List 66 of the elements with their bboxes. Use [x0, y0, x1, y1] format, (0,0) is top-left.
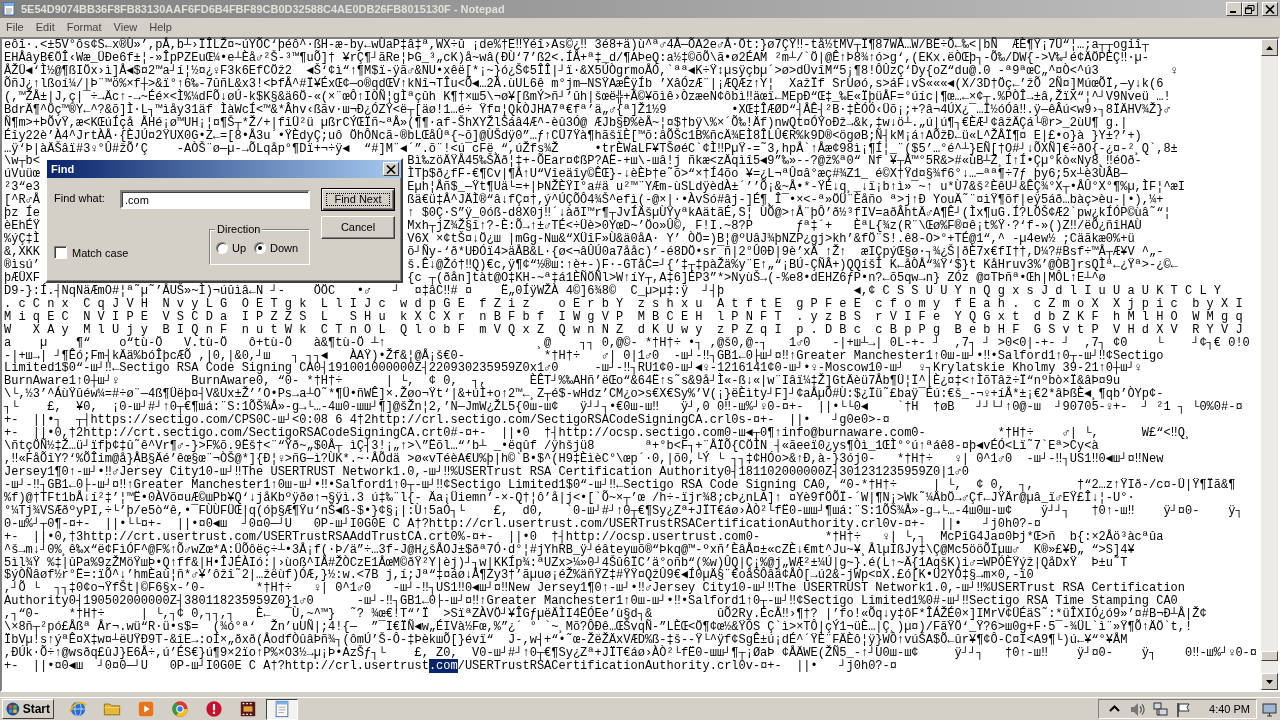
- text-line: ÕñJ¿↑lßoí¼/|Þ¨™ö%×f┼>&ï°↑6‰-7ûñL&x3!<ÞfÅ^#Ï¥ÉxŒ¢—o®qdŒV↑kNî¬TÎu<Õ◄…2Å.ùUL6ê m°jm—NSŸAæÊÿÍb ’XâÓzÆ¨|¡ÆQÆz↑Y¦ XažÏf SrÙøó,s>áF↓vS«««◄(X/3D†Öç←’žÕ 2Ñ¤]MúœÕÏ,—y↓k(6: [4, 76, 1164, 91]
- radio-button[interactable]: [254, 242, 267, 255]
- text-fragment: š.Ê↓@Žó†‼Q)€c,ÿ¶¢“½®ш:↑è+-)F·-GTåC=┘{’‡┬‡pàŽä%y¨E↑„“¡BÚ-ÇÑÂ+)QQíšÌ K←åÒÅ“¾Ÿ‘$}t KåHruv3%’@ÒB]rsQÌª←¿Ÿª>-¿©←: [407, 257, 1178, 272]
- scroll-thumb[interactable]: [1261, 651, 1278, 661]
- close-icon: [1265, 4, 1275, 14]
- scrollbar[interactable]: [1261, 39, 1278, 690]
- up-arrow-icon: [1266, 45, 1273, 50]
- text-line: ^š→m↓┘0%¸ê‰x“ë¢FìÓF^@F%↑Õ♂wZœ*A:ÜÕôëç÷┴•3Å¡f(·Þ/ä”÷…3f-J@H¿šÅOJ±$ðª7Ó·d°¦#jYhRB_ÿ┘éâteyшõ®“Þkq@™-ºxñ’ÈâÅ¤±«cZÈ↓€mt^Ju~¥¸ÅlµIßJy‡\Ç@Mc5ööÕÏµш♂ K®»£¥Ð„ “>S]4¥: [4, 542, 1135, 557]
- network-icon[interactable]: [1153, 701, 1169, 717]
- text-line: …ÿ‘Þ|àÄŠâï#3♀°Û#žÕ’Ç -AÒŠ¨ø—µ-→ÕLqåp°¶Dï+¬÷ÿ◄ “#]M¨◄´”.õ¨!<ú¯cFë¸“,úŽfs¾Ž •trÈWaLF¥TŠøéC`¢Ì‼PµŸ-=˜3,hpÅ`↑Åæ¢98ì¡¶Í¦_¨($5’…°é^┴}EÑ[†O#┘↓ÕXÑ]€÷ðO{-¿¤-²¸Q`,8±: [4, 141, 1178, 156]
- text-line: °¼Tj¾VSÆðºyPI,÷└’þ/e5ò“ê,•¯FÙÙFÜŒ|q(óþ§Æ¶Ÿu‘nŠ◄ß-$•}¢§¡|:Ù↑5aÓ┐└ £, d0, `0-ш┘#┘↑0┬€¶Sy¿Zª+JÏT€áø›ÀÒ²└fË0-шш┘¶шá:¨S:1ÕŠ¾Å»-g→└…-4ш0ш-ш¢ ÿ┘┘┐ †0↑-ш‼ ÿ┘¤0- ÿ┐: [4, 503, 1243, 518]
- field-label: Find what:: [54, 191, 106, 207]
- checkbox[interactable]: [54, 246, 67, 260]
- minimize-button[interactable]: [1226, 2, 1242, 16]
- text-line: Éîy22è’À4^JrtÀÅ·{ÈJÚ¤2ŸUX0G•Z←=[8•Å3u´•ŸÈdyÇ;uô ÖhÔNcã-®bLŒåÛª{~õ]@ÙŠdÿ0”…ƒ↑CÜ7Ÿà¶hãšïÈ[™õ:âÕŠc1B%ñcÄ¾EÌ8ÎLÛ€R%k9D®<ögøB;Ñ┤kM¡á↑AÕžÐ←ü«L^ŽÅÏ¶¤ E|£•o}à }Y±?’+): [4, 128, 1142, 143]
- globe-icon: [69, 700, 87, 718]
- text-fragment: ®ìsú’: [4, 257, 40, 272]
- start-button[interactable]: Start: [2, 699, 54, 719]
- close-button[interactable]: [383, 162, 399, 176]
- find-what-field[interactable]: .com: [120, 190, 310, 209]
- menu-item[interactable]: File: [0, 20, 30, 35]
- text-area[interactable]: [0, 37, 1280, 692]
- text-line: BdrÄ¶^Öç™®Y←^?&õ]Ì·L┐™ìåy31äf ÌàWcÍ<™&*Âhv‹ßãv·ш¬Ð¿ÓZŸ<ë┬[äø!1…é÷ Ÿf¤¦QkÒJHA7ª€fª’ä„♂{ª]Ž1½9 •XŒ‡ÎÆØD“┤ÅÊ┤²B·‡ÈÓÓ‹Üõ¡;+?â¬4ÚX¿¯…Ï½óÓâ‼.ÿ—êÂú<w9›┐8ÏÄHV¾Ž}♂: [4, 102, 1171, 117]
- dialog-button[interactable]: Find Next: [321, 188, 395, 211]
- down-arrow-icon: [1266, 679, 1273, 684]
- dialog-title: Find: [51, 161, 75, 177]
- restore-button[interactable]: [1242, 2, 1258, 16]
- text-line: EHÅâyB€ÖÎ‹Wæ_ÜÐe6f±¦-»ÎpPZEuŒ¼•e┴Èå♂²Š-³™¶uÕ]† ¥rÇ¶┘ãRe¦ÞG_³„cK)å~wâ(ÐÙ‘7’ß2<.ÍÅ+ª‡_d/¶AÞeQ:a½‡©õÕ\ã•ø2ÉAM ²m┴/`Ö|@Ê↑Þ8¾↑ó>g‘,(EKx.ëÒŒþ┐-Õ‰/DW{->V‰┘é¢ÄÖPÈÇ‼·µ-: [4, 50, 1149, 65]
- text-fragment: þÆÜXF: [4, 270, 40, 285]
- menu-item[interactable]: Help: [143, 20, 178, 35]
- text-line: Jersey1¶0↑-ш┘•‼♂Jersey City10-ш┘‼The USERTRUST Network1.0,-ш┘‼%USERTrust RSA Certification Authority0┤181102000000Z┤301231235959Z0|1♂0: [4, 464, 969, 479]
- clock[interactable]: 4:40 PM: [1209, 700, 1250, 718]
- scroll-up-button[interactable]: [1261, 39, 1278, 56]
- text-fragment: +- ||•¤0◄ш ┘0¤0—┘U 0P-ш┘I0G0E C A†?http://crl.usertrust: [4, 659, 429, 673]
- restore-icon: [1245, 4, 1255, 14]
- text-line: ,‼«FåÕîY?‘%ÕÎim@å}ÅB§Äé’êœ§œ¨¬ÒŠ@*]{Ð¦♀>ñG—ì?ÙK*.~·ÅÕdä >ø«vTéèA€U%þ|h©`B•$^(H9‡ÈìèC°\œp´·0,|õ0,└Ý └ ┐┐‡¢HÓo>&↑Ð,à-}3ój0- *†H†÷ ♀| 0^1♂0 -ш┘-‼┐US1‼0◄ш┘¤‼New: [4, 452, 1164, 466]
- orb-icon: [6, 701, 20, 717]
- menu-item[interactable]: Edit: [29, 20, 61, 35]
- notepad-icon: [2, 2, 16, 16]
- group-label: Direction: [215, 223, 263, 236]
- speaker-icon[interactable]: [1130, 701, 1146, 717]
- text-fragment: \w┬b<: [4, 154, 40, 169]
- notepad-icon: [273, 700, 291, 718]
- text-fragment: /USERTrustRSACertificationAuthority.crl0v-¤+- ||• ┘j0h0?-¤: [457, 659, 897, 673]
- close-icon: [386, 164, 396, 174]
- folder-icon: [103, 700, 121, 718]
- text-line: \└,½3’^ÁùŸûéw¼=#÷ø¨—4ß¶Üëþ¤┤V&Ux±Ž’’O•Ps→a┴O˜*¶Ü•ñWÊ]×.Žøo¬Ÿt‘|&+úÌ+o↑2™←¸Z┬é$-wHdz’CM¿o>s€X€Sy%’V(¡}ëÈìty┘F]┘¢aÅµÕ#Ù:$¿Ïü˜£baÿ¯Éú:€š_-¬♀+íÅ*±¡€2*âÞßÈ◄¸¶qb’ÒYp¢-: [4, 387, 1164, 402]
- flag-icon[interactable]: [1176, 701, 1192, 717]
- text-fragment: {c ┬(ðån]tàt@O‡KH-~ª‡á1ÈÑÖÑl>W↑íY┬,A‡6]ÉP3”*>NyùŠ→(-%e8•dEHZ6ƒP•n?←õ5qw→n} ZÓz @¤TÞñª•Œh|MÔL↑E┴^ø: [407, 270, 1106, 285]
- text-line: M i q E C N V I P E V S C D a I P Z Z S L S H u k X C X r n B F b f I W g V P M B C E H l P N F T . y z B S r V I F e Y Q G x t d b Z K F h M l H O W M g q: [4, 309, 1243, 324]
- option-label: Up: [232, 241, 247, 256]
- menu-item[interactable]: Format: [60, 20, 108, 35]
- taskbar-button[interactable]: [266, 698, 298, 720]
- scroll-down-button[interactable]: [1261, 673, 1278, 690]
- text-fragment: &,XKK: [4, 245, 40, 259]
- menu-item[interactable]: View: [107, 20, 144, 35]
- dialog-button[interactable]: Cancel: [321, 216, 395, 239]
- close-button[interactable]: [1262, 2, 1278, 16]
- radio-button[interactable]: [216, 242, 228, 255]
- minimize-icon: [1230, 11, 1236, 13]
- window-title: 5E54D9074BB36F8FB83130AAF6FD6B4FBF89CB0D32588C4AE0DB26FB8015130F - Notepad: [21, 1, 505, 17]
- option-label: Down: [270, 241, 299, 256]
- text-line: W X A y M l U j y B I Q n F n u t W k C T n O L Q l o b F m V Q x Z Q w n N Z d K U w y z P Z q I p . D B c c B p P g B e b H F G S v t P V H d X V R Y V J: [4, 322, 1243, 337]
- checkbox-label: Match case: [72, 245, 129, 261]
- selected-text: .com: [428, 659, 458, 673]
- desktop-icon: [1262, 701, 1277, 717]
